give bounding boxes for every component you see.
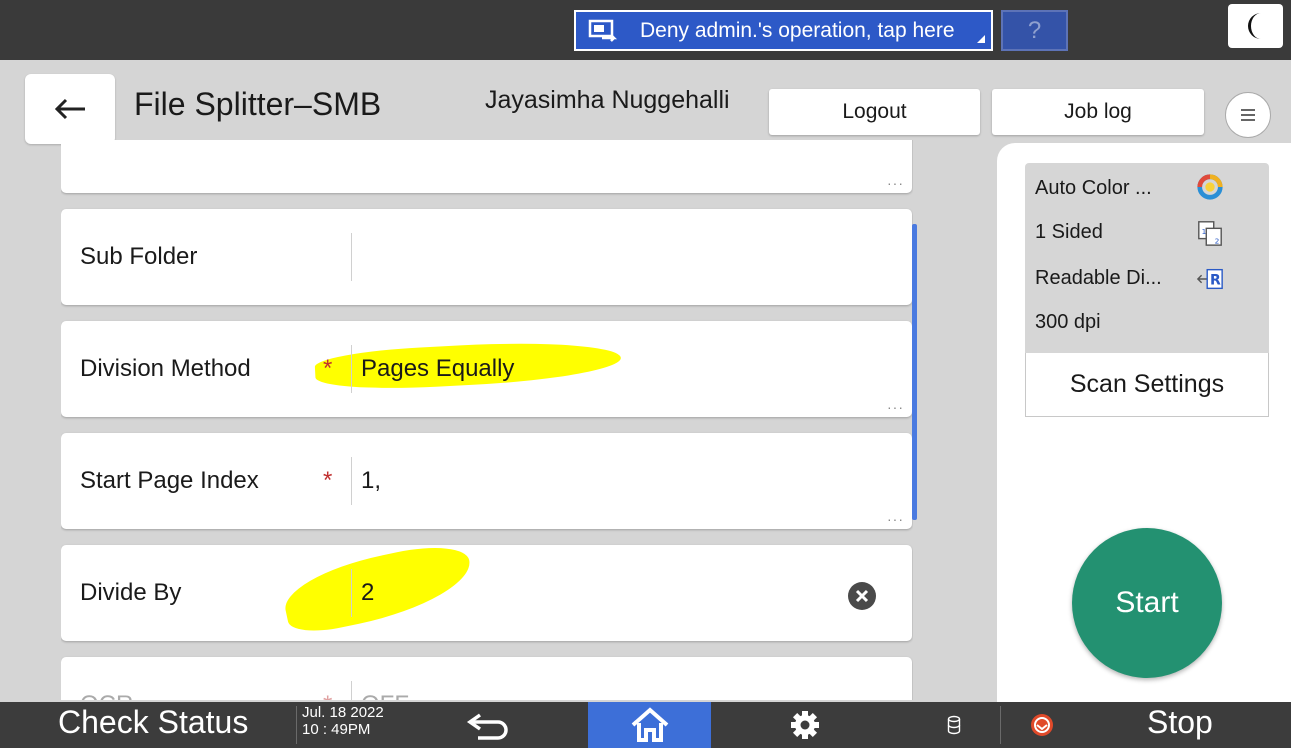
energy-saver-button[interactable]	[1228, 4, 1283, 48]
more-icon: ···	[887, 175, 904, 191]
stop-button[interactable]: Stop	[1147, 704, 1213, 741]
time-label: 10 : 49PM	[302, 721, 371, 738]
deny-admin-operation-button[interactable]: Deny admin.'s operation, tap here	[574, 10, 993, 51]
ocr-value: OFF	[361, 657, 409, 700]
close-icon	[855, 589, 869, 603]
field-label: Division Method	[80, 355, 251, 382]
orientation-label: Readable Di...	[1035, 267, 1162, 289]
app-title: File Splitter–SMB	[134, 86, 382, 122]
system-bar: Deny admin.'s operation, tap here ?	[0, 0, 1291, 60]
menu-button[interactable]	[1225, 92, 1271, 138]
data-storage-icon	[947, 715, 961, 735]
svg-text:2: 2	[1215, 236, 1220, 245]
start-page-index-value: 1,	[361, 467, 382, 494]
divider	[351, 569, 352, 617]
bottom-bar: Check Status Jul. 18 2022 10 : 49PM Stop	[0, 702, 1291, 748]
divide-by-row[interactable]: Divide By 2	[61, 537, 912, 641]
logout-button[interactable]: Logout	[769, 89, 980, 135]
divider	[1000, 706, 1001, 744]
divider	[351, 457, 352, 505]
start-page-index-row[interactable]: Start Page Index * 1, ···	[61, 433, 912, 529]
return-icon[interactable]	[466, 709, 514, 741]
gear-icon[interactable]	[790, 710, 820, 740]
color-mode-label: Auto Color ...	[1035, 177, 1152, 199]
field-label: OCR	[80, 657, 133, 700]
scrollbar[interactable]	[912, 224, 917, 520]
ocr-row[interactable]: OCR * OFF	[61, 657, 912, 700]
help-button[interactable]: ?	[1001, 10, 1068, 51]
moon-icon	[1247, 13, 1261, 39]
more-icon: ···	[887, 399, 904, 415]
required-mark: *	[323, 467, 333, 494]
highlight-mark	[278, 537, 478, 639]
arrow-left-icon	[54, 98, 85, 120]
date-time: Jul. 18 2022 10 : 49PM	[302, 704, 384, 738]
divide-by-value[interactable]: 2	[361, 545, 374, 641]
division-method-row[interactable]: Division Method * Pages Equally ···	[61, 321, 912, 417]
home-icon	[631, 707, 668, 742]
remote-operation-icon	[588, 19, 618, 42]
home-button[interactable]	[588, 702, 711, 748]
sides-label: 1 Sided	[1035, 221, 1103, 243]
required-mark: *	[323, 355, 333, 382]
field-label: Sub Folder	[80, 243, 198, 270]
more-icon: ···	[887, 511, 904, 527]
svg-text:R: R	[1210, 273, 1221, 289]
date-label: Jul. 18 2022	[302, 704, 384, 721]
scan-summary[interactable]: Auto Color ... 1 Sided 1 2 Readable Di..…	[1025, 163, 1269, 353]
sub-folder-row[interactable]: Sub Folder	[61, 209, 912, 305]
orientation-icon: R	[1196, 268, 1223, 290]
field-label: Divide By	[80, 579, 182, 606]
divider	[351, 345, 352, 393]
clear-button[interactable]	[848, 582, 876, 610]
start-button[interactable]: Start	[1072, 528, 1222, 678]
job-log-button[interactable]: Job log	[992, 89, 1204, 135]
one-sided-icon: 1 2	[1198, 221, 1222, 246]
division-method-value: Pages Equally	[361, 355, 515, 382]
back-button[interactable]	[25, 74, 115, 144]
settings-list[interactable]: ··· Sub Folder Division Method * Pages E…	[61, 140, 913, 700]
auto-color-icon	[1197, 174, 1223, 200]
divider	[351, 681, 352, 700]
divider	[296, 706, 297, 744]
list-row-partial[interactable]: ···	[61, 140, 912, 193]
corner-indicator-icon	[977, 35, 985, 43]
svg-text:1: 1	[1202, 227, 1207, 236]
admin-notice-label: Deny admin.'s operation, tap here	[640, 18, 955, 42]
user-name: Jayasimha Nuggehalli	[485, 86, 730, 114]
resolution-label: 300 dpi	[1035, 311, 1101, 333]
scan-settings-button[interactable]: Scan Settings	[1025, 353, 1269, 417]
check-status-button[interactable]: Check Status	[58, 704, 248, 741]
menu-icon	[1241, 109, 1255, 121]
divider	[351, 233, 352, 281]
required-mark: *	[323, 691, 332, 700]
stop-icon[interactable]	[1030, 713, 1054, 737]
field-label: Start Page Index	[80, 467, 259, 494]
